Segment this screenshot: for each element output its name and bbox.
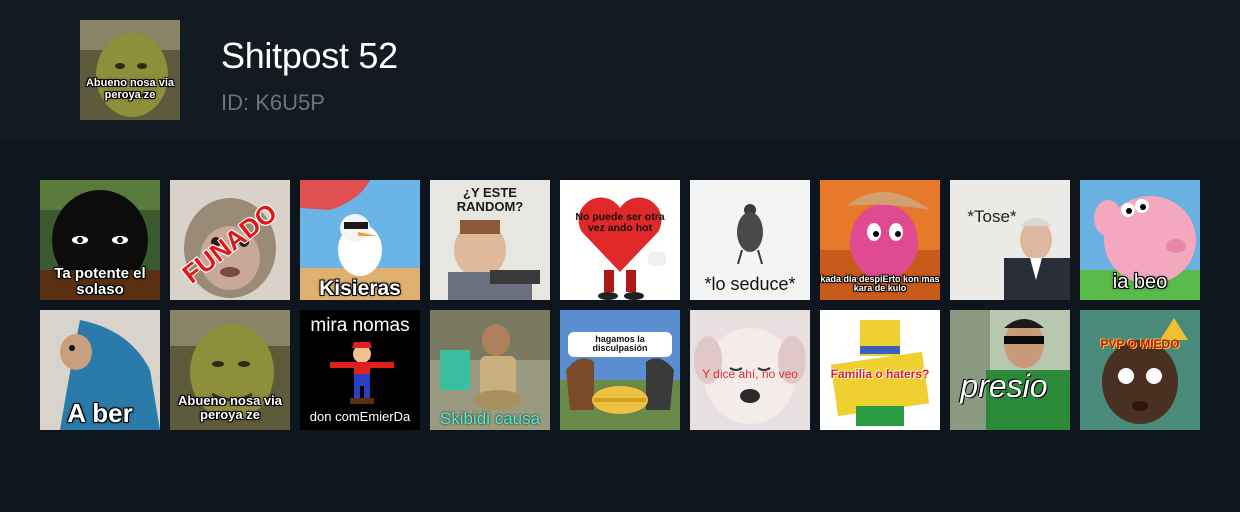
sticker-row: A ber Abueno nosa via peroya ze mira nom… <box>40 310 1200 430</box>
pack-title: Shitpost 52 <box>221 35 398 76</box>
sticker-caption: presio <box>960 368 1048 404</box>
sticker-tile[interactable]: presio <box>950 310 1070 430</box>
sticker-caption: No puede ser otra vez ando hot <box>575 211 665 235</box>
sticker-tile[interactable]: No puede ser otra vez ando hot <box>560 180 680 300</box>
sticker-tile[interactable]: Familia o haters? <box>820 310 940 430</box>
sticker-caption: mira nomas <box>310 315 410 336</box>
pack-id: ID: K6U5P <box>221 90 325 115</box>
heart-character-image <box>560 180 680 300</box>
sticker-caption-secondary: don comEmierDa <box>309 409 411 424</box>
sticker-tile[interactable]: mira nomas don comEmierDa <box>300 310 420 430</box>
sticker-caption: Skibidi causa <box>439 409 541 428</box>
sticker-tile[interactable]: ¿Y ESTE RANDOM? <box>430 180 550 300</box>
sticker-caption: ¿Y ESTE RANDOM? <box>456 185 524 214</box>
sticker-caption: *Tose* <box>967 207 1017 226</box>
sticker-caption: *lo seduce* <box>704 274 796 294</box>
sticker-caption: Kisieras <box>319 277 401 300</box>
sticker-caption: Ta potente el solaso <box>54 265 146 298</box>
pack-thumbnail[interactable]: Abueno nosa via peroya ze <box>80 20 180 120</box>
sticker-tile[interactable]: Ta potente el solaso <box>40 180 160 300</box>
sticker-tile[interactable]: Abueno nosa via peroya ze <box>170 310 290 430</box>
old-man-image <box>950 180 1070 300</box>
sticker-caption: PVP O MIEDO <box>1100 337 1180 351</box>
sticker-tile[interactable]: A ber <box>40 310 160 430</box>
sticker-tile[interactable]: Skibidi causa <box>430 310 550 430</box>
sticker-tile[interactable]: PVP O MIEDO <box>1080 310 1200 430</box>
sticker-tile[interactable]: kada dia despiErto kon mas kara de kulo <box>820 180 940 300</box>
sticker-grid: Ta potente el solaso FUNADO Kisieras ¿Y … <box>40 180 1200 440</box>
sticker-tile[interactable]: ia beo <box>1080 180 1200 300</box>
sticker-tile[interactable]: *lo seduce* <box>690 180 810 300</box>
sticker-caption: hagamos la disculpasión <box>568 332 672 357</box>
sticker-caption: ia beo <box>1112 271 1168 293</box>
baby-face-image <box>1080 310 1200 430</box>
sticker-caption: Abueno nosa via peroya ze <box>177 393 283 422</box>
pack-thumb-caption: Abueno nosa via peroya ze <box>85 77 175 101</box>
sticker-caption: kada dia despiErto kon mas kara de kulo <box>820 274 940 294</box>
sticker-tile[interactable]: Kisieras <box>300 180 420 300</box>
sticker-tile[interactable]: *Tose* <box>950 180 1070 300</box>
sticker-caption: Familia o haters? <box>830 367 930 381</box>
sticker-tile[interactable]: Y dice ahí, no veo <box>690 310 810 430</box>
sticker-row: Ta potente el solaso FUNADO Kisieras ¿Y … <box>40 180 1200 300</box>
ogre-face-image <box>80 20 180 120</box>
sticker-tile[interactable]: hagamos la disculpasión <box>560 310 680 430</box>
horses-handshake-image <box>560 310 680 430</box>
pack-header: Abueno nosa via peroya ze Shitpost 52 ID… <box>0 0 1240 141</box>
sticker-caption: Y dice ahí, no veo <box>702 367 798 381</box>
sticker-caption: A ber <box>67 398 133 428</box>
sticker-tile[interactable]: FUNADO <box>170 180 290 300</box>
